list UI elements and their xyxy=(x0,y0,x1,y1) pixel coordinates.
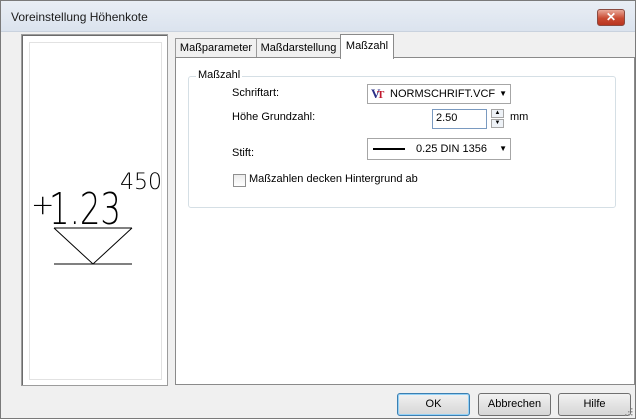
tab-panel-masszahl: Maßzahl Schriftart: VT NORMSCHRIFT.VCF ▼… xyxy=(175,57,635,385)
font-label: Schriftart: xyxy=(232,87,280,99)
pen-select[interactable]: 0.25 DIN 1356 ▼ xyxy=(367,138,511,160)
tab-masszahl[interactable]: Maßzahl xyxy=(340,34,394,59)
spin-down-icon[interactable]: ▼ xyxy=(491,119,504,128)
group-masszahl: Maßzahl Schriftart: VT NORMSCHRIFT.VCF ▼… xyxy=(188,69,616,208)
preview-canvas: + 1.23 450 xyxy=(29,42,162,380)
height-unit: mm xyxy=(510,111,529,123)
background-checkbox-label[interactable]: Maßzahlen decken Hintergrund ab xyxy=(249,173,418,185)
height-stepper[interactable]: ▲ ▼ xyxy=(491,109,504,129)
group-title: Maßzahl xyxy=(196,69,243,81)
resize-grip-icon[interactable] xyxy=(623,406,633,416)
font-select[interactable]: VT NORMSCHRIFT.VCF ▼ xyxy=(367,84,511,104)
window-title: Voreinstellung Höhenkote xyxy=(11,10,148,24)
tab-massparameter[interactable]: Maßparameter xyxy=(175,38,257,58)
chevron-down-icon[interactable]: ▼ xyxy=(499,89,507,98)
tab-label: Maßzahl xyxy=(345,40,389,52)
height-label: Höhe Grundzahl: xyxy=(232,111,316,123)
preview-panel: + 1.23 450 xyxy=(21,34,168,386)
height-input-value: 2.50 xyxy=(436,112,458,124)
preview-value: 1.23 xyxy=(49,184,121,235)
elevation-mark-preview: + 1.23 450 xyxy=(31,170,162,265)
help-button[interactable]: Hilfe xyxy=(558,393,631,416)
tab-label: Maßdarstellung xyxy=(260,42,337,54)
ok-button[interactable]: OK xyxy=(397,393,470,416)
cancel-button[interactable]: Abbrechen xyxy=(478,393,551,416)
preview-superscript: 450 xyxy=(120,170,161,195)
tab-massdarstellung[interactable]: Maßdarstellung xyxy=(256,38,341,58)
vector-font-icon: VT xyxy=(371,86,385,101)
background-checkbox[interactable] xyxy=(233,174,246,187)
pen-line-sample xyxy=(373,148,405,150)
dialog-window: Voreinstellung Höhenkote ✕ + 1.23 450 Ma… xyxy=(0,0,636,419)
pen-label: Stift: xyxy=(232,147,255,159)
font-select-value: NORMSCHRIFT.VCF xyxy=(390,88,496,100)
title-bar[interactable]: Voreinstellung Höhenkote ✕ xyxy=(1,1,635,32)
chevron-down-icon[interactable]: ▼ xyxy=(499,144,507,153)
height-input[interactable]: 2.50 xyxy=(432,109,487,129)
close-icon: ✕ xyxy=(605,10,617,24)
tab-label: Maßparameter xyxy=(179,42,253,54)
close-button[interactable]: ✕ xyxy=(597,9,625,26)
pen-select-value: 0.25 DIN 1356 xyxy=(416,143,487,155)
spin-up-icon[interactable]: ▲ xyxy=(491,109,504,118)
